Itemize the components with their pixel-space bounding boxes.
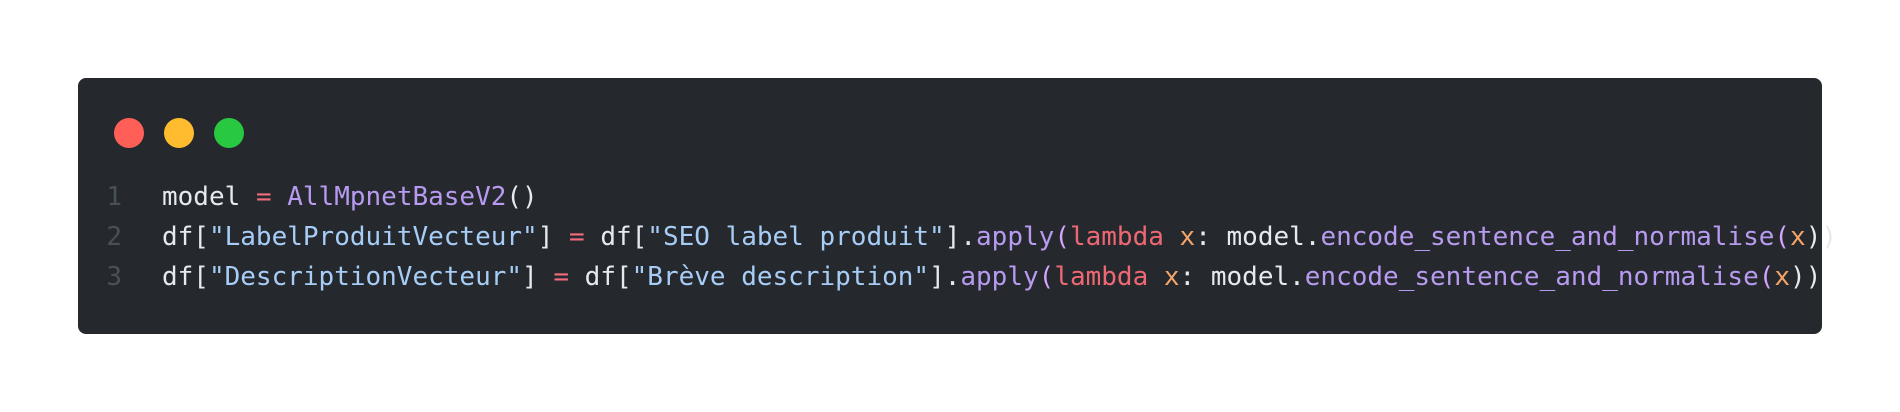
code-token-plain: () xyxy=(506,182,538,212)
code-token-str: "Brève description" xyxy=(631,262,930,292)
code-token-plain: : model. xyxy=(1195,222,1321,252)
code-token-plain: ] xyxy=(537,222,554,252)
window-controls xyxy=(114,118,244,148)
code-token-op: = xyxy=(569,222,585,252)
close-dot[interactable] xyxy=(114,118,144,148)
code-token-plain: df[ xyxy=(584,262,632,292)
code-token-param: x xyxy=(1179,222,1196,252)
code-token-plain: df[ xyxy=(162,222,209,252)
code-token-method: apply xyxy=(976,222,1055,252)
code-token-str: "SEO label produit" xyxy=(647,222,945,252)
code-window: 1 model = AllMpnetBaseV2() 2 df["LabelPr… xyxy=(78,78,1837,334)
code-token-class: AllMpnetBaseV2 xyxy=(287,182,507,212)
line-number: 2 xyxy=(106,222,122,252)
code-token-method: apply xyxy=(960,262,1039,292)
code-line-content: model = AllMpnetBaseV2() xyxy=(162,177,538,217)
code-token-plain: df[ xyxy=(162,262,209,292)
code-token-paren: ( xyxy=(1758,262,1775,292)
code-token-kw: lambda xyxy=(1069,222,1164,252)
code-token-method: encode_sentence_and_normalise xyxy=(1304,262,1759,292)
minimize-dot[interactable] xyxy=(164,118,194,148)
code-token-plain: ]. xyxy=(944,222,977,252)
code-token-plain: )) xyxy=(1790,262,1822,292)
code-token-op: = xyxy=(255,182,272,212)
code-token-param: x xyxy=(1163,262,1180,292)
line-number: 3 xyxy=(106,262,122,292)
code-token-method: encode_sentence_and_normalise xyxy=(1320,222,1775,252)
zoom-dot[interactable] xyxy=(214,118,244,148)
code-token-paren: ( xyxy=(1054,222,1070,252)
code-token-plain: : model. xyxy=(1179,262,1305,292)
code-token-plain: ] xyxy=(522,262,538,292)
code-line-content: df["LabelProduitVecteur"] = df["SEO labe… xyxy=(162,217,1837,257)
code-token-kw: lambda xyxy=(1054,262,1149,292)
code-line: 2 df["LabelProduitVecteur"] = df["SEO la… xyxy=(78,217,1837,257)
code-token-plain: model xyxy=(162,182,241,212)
line-number: 1 xyxy=(106,182,122,212)
code-token-plain: ]. xyxy=(929,262,961,292)
code-line: 1 model = AllMpnetBaseV2() xyxy=(78,177,1822,217)
code-line: 3 df["DescriptionVecteur"] = df["Brève d… xyxy=(78,257,1822,297)
code-token-str: "LabelProduitVecteur" xyxy=(208,222,538,252)
code-token-param: x xyxy=(1774,262,1791,292)
code-token-paren: ( xyxy=(1774,222,1791,252)
code-token-paren: ( xyxy=(1038,262,1055,292)
code-token-op: = xyxy=(553,262,570,292)
code-token-plain: df[ xyxy=(600,222,648,252)
code-token-str: "DescriptionVecteur" xyxy=(208,262,523,292)
code-token-plain: )) xyxy=(1805,222,1838,252)
code-token-param: x xyxy=(1790,222,1806,252)
code-block: 1 model = AllMpnetBaseV2() 2 df["LabelPr… xyxy=(78,177,1837,297)
code-line-content: df["DescriptionVecteur"] = df["Brève des… xyxy=(162,257,1821,297)
